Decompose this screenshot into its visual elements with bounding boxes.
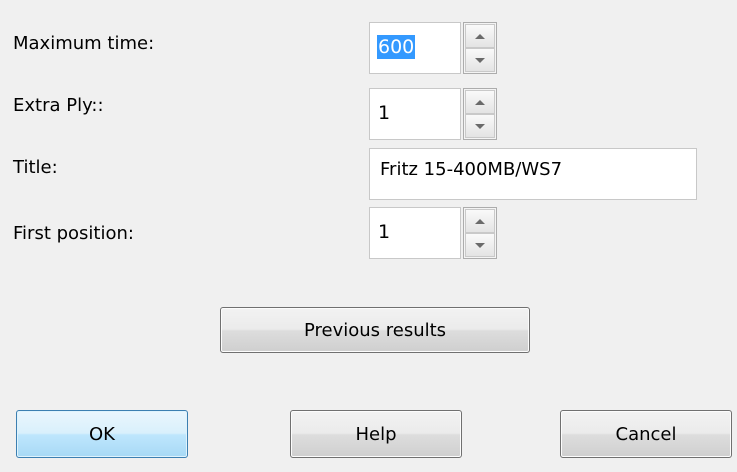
extra-ply-spin-buttons: [463, 88, 497, 140]
arrow-up-icon: [475, 99, 485, 105]
first-position-spin-buttons: [463, 207, 497, 259]
extra-ply-spinbox: 1: [369, 88, 497, 142]
extra-ply-decrement-button[interactable]: [465, 114, 495, 138]
extra-ply-value: 1: [378, 102, 391, 124]
max-time-input[interactable]: 600: [369, 22, 461, 74]
max-time-decrement-button[interactable]: [465, 48, 495, 72]
first-position-increment-button[interactable]: [465, 209, 495, 233]
max-time-spinbox: 600: [369, 22, 497, 76]
arrow-up-icon: [475, 218, 485, 224]
previous-results-button[interactable]: Previous results: [220, 307, 530, 353]
max-time-label: Maximum time:: [13, 33, 155, 54]
arrow-down-icon: [475, 242, 485, 248]
first-position-spinbox: 1: [369, 207, 497, 261]
extra-ply-input[interactable]: 1: [369, 88, 461, 140]
max-time-spin-buttons: [463, 22, 497, 74]
cancel-button[interactable]: Cancel: [560, 410, 732, 458]
extra-ply-increment-button[interactable]: [465, 90, 495, 114]
arrow-down-icon: [475, 57, 485, 63]
ok-button[interactable]: OK: [16, 410, 188, 458]
dialog: Maximum time: 600 Extra Ply:: 1 Title: F…: [0, 0, 737, 472]
first-position-input[interactable]: 1: [369, 207, 461, 259]
title-input[interactable]: Fritz 15-400MB/WS7: [369, 148, 697, 200]
arrow-down-icon: [475, 123, 485, 129]
arrow-up-icon: [475, 33, 485, 39]
title-value: Fritz 15-400MB/WS7: [380, 159, 563, 180]
extra-ply-label: Extra Ply::: [13, 95, 104, 116]
max-time-increment-button[interactable]: [465, 24, 495, 48]
max-time-value: 600: [377, 35, 416, 59]
first-position-label: First position:: [13, 223, 134, 244]
first-position-decrement-button[interactable]: [465, 233, 495, 257]
first-position-value: 1: [378, 221, 391, 243]
help-button[interactable]: Help: [290, 410, 462, 458]
title-label: Title:: [13, 157, 58, 178]
